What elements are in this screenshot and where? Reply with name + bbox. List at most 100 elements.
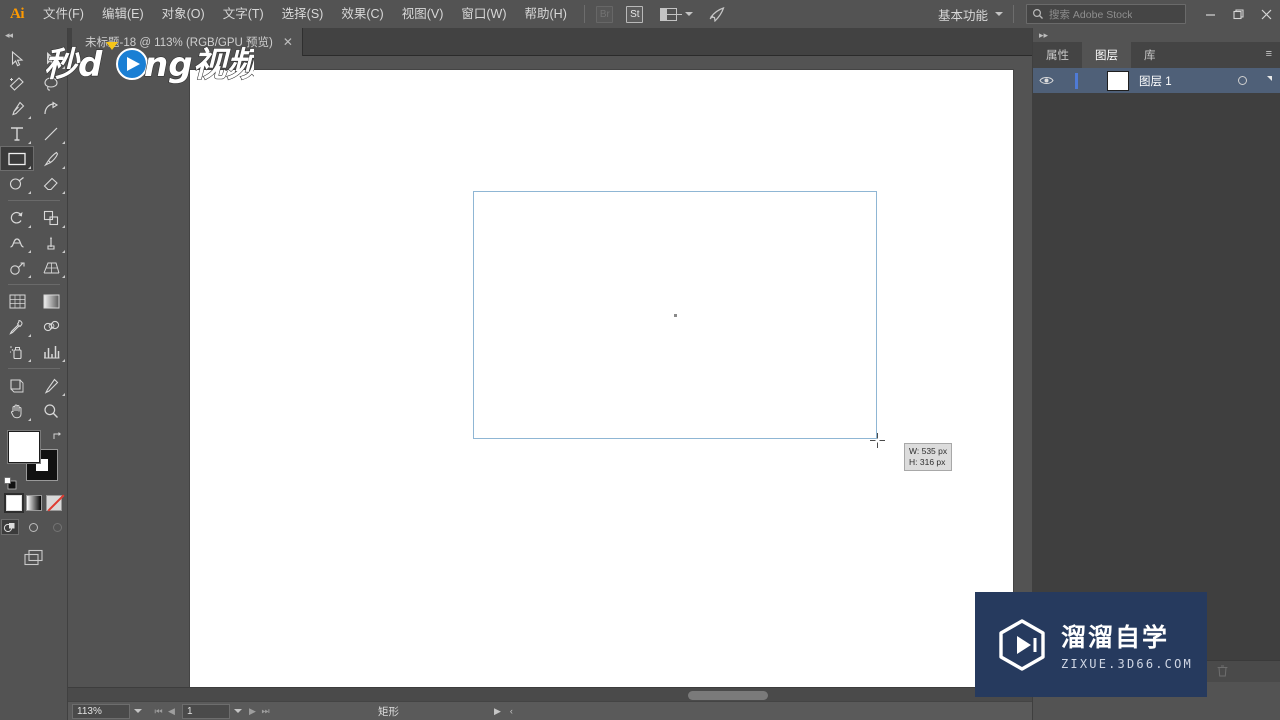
- mesh-tool[interactable]: [0, 289, 34, 314]
- paintbrush-tool[interactable]: [34, 146, 68, 171]
- zixue-play-logo-icon: [999, 618, 1045, 671]
- zoom-dropdown-icon[interactable]: [130, 709, 146, 713]
- eye-icon[interactable]: [1033, 75, 1059, 86]
- magic-wand-tool[interactable]: [0, 71, 34, 96]
- tab-properties[interactable]: 属性: [1033, 42, 1082, 68]
- stock-badge: St: [626, 5, 644, 23]
- rotate-tool[interactable]: [0, 205, 34, 230]
- lasso-tool[interactable]: [34, 71, 68, 96]
- menu-divider: [583, 5, 585, 23]
- selection-tool[interactable]: [0, 46, 34, 71]
- layer-row[interactable]: 图层 1: [1033, 68, 1280, 94]
- stock-search-input[interactable]: 搜索 Adobe Stock: [1026, 4, 1186, 24]
- rectangle-center-point: [674, 314, 677, 317]
- draw-normal-mode[interactable]: [0, 519, 19, 535]
- tool-grid: [0, 43, 68, 423]
- pen-tool[interactable]: [0, 96, 34, 121]
- shaper-tool[interactable]: [0, 171, 34, 196]
- eyedropper-tool[interactable]: [0, 314, 34, 339]
- tooltip-width: W: 535 px: [909, 446, 948, 456]
- width-tool[interactable]: [0, 230, 34, 255]
- menu-window[interactable]: 窗口(W): [452, 0, 515, 28]
- tab-layers[interactable]: 图层: [1082, 42, 1131, 68]
- zixue-watermark-en: ZIXUE.3D66.COM: [1061, 657, 1193, 671]
- zoom-tool[interactable]: [34, 398, 68, 423]
- document-tab[interactable]: 未标题-18 @ 113% (RGB/GPU 预览) ✕: [72, 28, 303, 56]
- slice-tool[interactable]: [34, 373, 68, 398]
- menu-file[interactable]: 文件(F): [34, 0, 93, 28]
- arrange-documents-icon[interactable]: [657, 4, 683, 24]
- layer-target-icon[interactable]: [1238, 76, 1247, 85]
- menu-view[interactable]: 视图(V): [393, 0, 453, 28]
- curvature-tool[interactable]: [34, 96, 68, 121]
- change-screen-mode[interactable]: [0, 549, 67, 567]
- layer-thumbnail: [1107, 70, 1129, 91]
- document-artboard[interactable]: W: 535 px H: 316 px: [190, 70, 1013, 689]
- menu-effect[interactable]: 效果(C): [332, 0, 392, 28]
- next-artboard-button[interactable]: ▶: [246, 706, 259, 717]
- symbol-sprayer-tool[interactable]: [0, 339, 34, 364]
- close-icon[interactable]: ✕: [283, 36, 293, 48]
- layers-list-body[interactable]: [1033, 94, 1280, 660]
- document-tab-title: 未标题-18 @ 113% (RGB/GPU 预览): [85, 37, 273, 49]
- illustrator-window: Ai 文件(F) 编辑(E) 对象(O) 文字(T) 选择(S) 效果(C) 视…: [0, 0, 1280, 720]
- gradient-tool[interactable]: [34, 289, 68, 314]
- menu-object[interactable]: 对象(O): [153, 0, 214, 28]
- horizontal-scroll-thumb[interactable]: [688, 691, 768, 700]
- menu-select[interactable]: 选择(S): [273, 0, 333, 28]
- workspace-switcher[interactable]: 基本功能: [932, 5, 1009, 24]
- blend-tool[interactable]: [34, 314, 68, 339]
- status-play-icon[interactable]: ▶: [494, 706, 501, 717]
- adobe-stock-icon[interactable]: St: [623, 4, 647, 24]
- eraser-tool[interactable]: [34, 171, 68, 196]
- color-mode-none[interactable]: [45, 495, 62, 511]
- default-fill-stroke-icon[interactable]: [4, 477, 17, 490]
- maximize-button[interactable]: [1224, 0, 1252, 28]
- rocket-icon[interactable]: [705, 4, 729, 24]
- close-button[interactable]: [1252, 0, 1280, 28]
- status-back-icon[interactable]: ‹: [510, 706, 513, 717]
- direct-selection-tool[interactable]: [34, 46, 68, 71]
- hand-tool[interactable]: [0, 398, 34, 423]
- tools-panel: ◂◂: [0, 28, 68, 720]
- artboard-dropdown-icon[interactable]: [230, 709, 246, 713]
- panel-tab-strip: 属性 图层 库 ≡: [1033, 42, 1280, 68]
- current-tool-label[interactable]: 矩形: [378, 704, 399, 719]
- tab-libraries[interactable]: 库: [1131, 42, 1169, 68]
- column-graph-tool[interactable]: [34, 339, 68, 364]
- layer-name-label[interactable]: 图层 1: [1139, 73, 1172, 89]
- scale-tool[interactable]: [34, 205, 68, 230]
- draw-inside-mode[interactable]: [49, 519, 67, 535]
- draw-mode-row: [0, 519, 67, 535]
- toolbar-collapse-icon[interactable]: ◂◂: [0, 28, 67, 43]
- panel-menu-icon[interactable]: ≡: [1266, 49, 1272, 60]
- color-mode-gradient[interactable]: [25, 495, 42, 511]
- status-nav-arrows: ▶ ‹: [494, 706, 513, 717]
- artboard-tool[interactable]: [0, 373, 34, 398]
- color-mode-solid[interactable]: [5, 495, 22, 511]
- minimize-button[interactable]: [1196, 0, 1224, 28]
- panel-collapse-icon[interactable]: ▸▸: [1033, 28, 1280, 42]
- last-artboard-button[interactable]: ⏭: [259, 706, 272, 717]
- menu-edit[interactable]: 编辑(E): [93, 0, 153, 28]
- prev-artboard-button[interactable]: ◀: [165, 706, 178, 717]
- rectangle-tool[interactable]: [0, 146, 34, 171]
- zoom-level-input[interactable]: 113%: [72, 703, 130, 719]
- color-mode-row: [0, 495, 67, 511]
- swap-fill-stroke-icon[interactable]: [52, 429, 64, 441]
- status-bar: 113% ⏮ ◀ 1 ▶ ⏭ 矩形 ▶ ‹: [68, 701, 1032, 720]
- line-segment-tool[interactable]: [34, 121, 68, 146]
- delete-layer-icon[interactable]: [1216, 664, 1229, 680]
- bridge-icon[interactable]: Br: [593, 4, 617, 24]
- artboard-number-input[interactable]: 1: [182, 703, 230, 719]
- menu-help[interactable]: 帮助(H): [516, 0, 576, 28]
- menu-type[interactable]: 文字(T): [214, 0, 273, 28]
- first-artboard-button[interactable]: ⏮: [152, 706, 165, 717]
- fill-swatch[interactable]: [8, 431, 40, 463]
- type-tool[interactable]: [0, 121, 34, 146]
- perspective-grid-tool[interactable]: [34, 255, 68, 280]
- draw-behind-mode[interactable]: [25, 519, 43, 535]
- chevron-down-icon[interactable]: [681, 4, 697, 24]
- shape-builder-tool[interactable]: [0, 255, 34, 280]
- free-transform-tool[interactable]: [34, 230, 68, 255]
